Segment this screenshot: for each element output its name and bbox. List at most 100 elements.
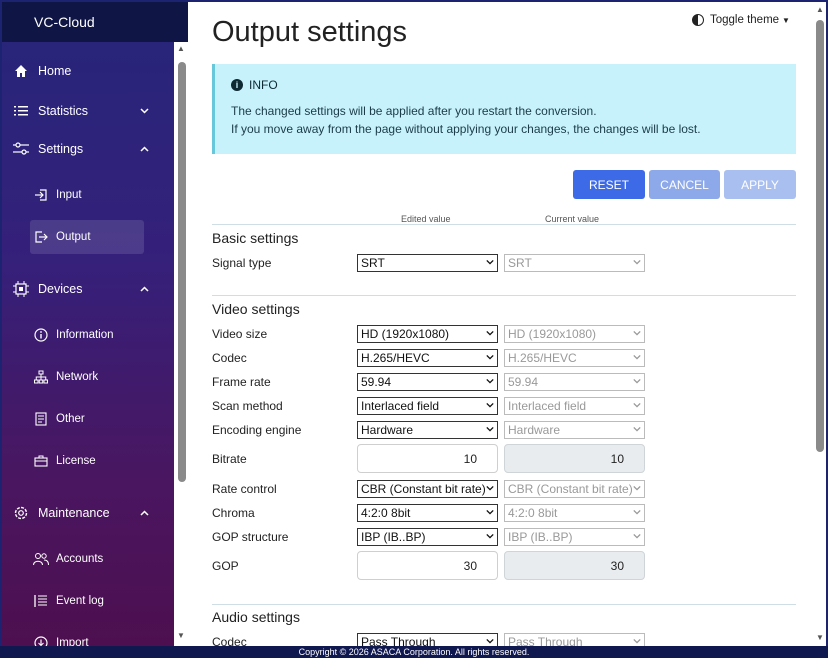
sliders-icon — [12, 140, 30, 158]
sidebar-item-label: Other — [56, 413, 85, 425]
signal-type-label: Signal type — [212, 256, 272, 270]
select-value: 59.94 — [508, 375, 539, 389]
select-value: IBP (IB..BP) — [361, 530, 426, 544]
info-alert: i INFO The changed settings will be appl… — [212, 64, 796, 154]
select-value: CBR (Constant bit rate) — [361, 482, 486, 496]
scan-method-select[interactable]: Interlaced field — [357, 397, 498, 415]
chevron-down-icon — [486, 259, 494, 265]
sidebar-item-label: Input — [56, 189, 82, 201]
sidebar-item-devices[interactable]: Devices — [12, 280, 149, 298]
rate-control-label: Rate control — [212, 482, 277, 496]
sidebar-scrollbar[interactable]: ▲ ▼ — [174, 42, 188, 646]
chevron-down-icon — [633, 533, 641, 539]
codec-current: H.265/HEVC — [504, 349, 645, 367]
sidebar-item-accounts[interactable]: Accounts — [30, 542, 144, 576]
apply-button[interactable]: APPLY — [724, 170, 796, 199]
info-circle-icon — [32, 328, 50, 342]
encoding-engine-select[interactable]: Hardware — [357, 421, 498, 439]
gop-input[interactable]: 30 — [357, 551, 498, 580]
sidebar-item-maintenance[interactable]: Maintenance — [12, 504, 149, 522]
brand: VC-Cloud — [2, 2, 174, 42]
scroll-down-icon[interactable]: ▼ — [816, 633, 824, 642]
column-header-edited: Edited value — [401, 214, 451, 224]
select-value: HD (1920x1080) — [508, 327, 597, 341]
scroll-up-icon[interactable]: ▲ — [177, 44, 185, 53]
select-value: SRT — [508, 256, 532, 270]
frame-rate-label: Frame rate — [212, 375, 271, 389]
rate-control-select[interactable]: CBR (Constant bit rate) — [357, 480, 498, 498]
sidebar-item-license[interactable]: License — [30, 444, 144, 478]
signal-type-select[interactable]: SRT — [357, 254, 498, 272]
rate-control-current: CBR (Constant bit rate) — [504, 480, 645, 498]
log-list-icon — [32, 594, 50, 608]
chevron-down-icon — [486, 330, 494, 336]
network-icon — [32, 370, 50, 384]
select-value: IBP (IB..BP) — [508, 530, 573, 544]
scan-method-label: Scan method — [212, 399, 283, 413]
scrollbar-thumb[interactable] — [178, 62, 186, 482]
main-scrollbar[interactable]: ▲ ▼ — [814, 2, 826, 646]
select-value: HD (1920x1080) — [361, 327, 450, 341]
section-title-basic: Basic settings — [212, 230, 299, 246]
gop-label: GOP — [212, 559, 239, 573]
sidebar-item-output[interactable]: Output — [30, 220, 144, 254]
video-size-select[interactable]: HD (1920x1080) — [357, 325, 498, 343]
sidebar-item-label: Import — [56, 637, 89, 646]
cancel-button[interactable]: CANCEL — [649, 170, 720, 199]
chevron-down-icon — [633, 330, 641, 336]
select-value: Pass Through — [361, 635, 436, 646]
sidebar-item-settings[interactable]: Settings — [12, 140, 149, 158]
sidebar-item-information[interactable]: Information — [30, 318, 144, 352]
audio-codec-label: Codec — [212, 635, 247, 646]
scroll-up-icon[interactable]: ▲ — [816, 5, 824, 14]
select-value: Interlaced field — [508, 399, 587, 413]
frame-rate-select[interactable]: 59.94 — [357, 373, 498, 391]
sidebar-item-network[interactable]: Network — [30, 360, 144, 394]
chevron-down-icon — [486, 509, 494, 515]
audio-codec-select[interactable]: Pass Through — [357, 633, 498, 646]
encoding-engine-current: Hardware — [504, 421, 645, 439]
chevron-down-icon — [633, 378, 641, 384]
chevron-up-icon — [140, 508, 149, 519]
briefcase-icon — [32, 454, 50, 468]
chevron-down-icon — [633, 259, 641, 265]
section-title-video: Video settings — [212, 301, 300, 317]
gop-structure-current: IBP (IB..BP) — [504, 528, 645, 546]
sidebar-item-other[interactable]: Other — [30, 402, 144, 436]
chroma-select[interactable]: 4:2:0 8bit — [357, 504, 498, 522]
sidebar-item-home[interactable]: Home — [12, 62, 71, 80]
sidebar-item-label: Statistics — [38, 104, 89, 118]
select-value: CBR (Constant bit rate) — [508, 482, 633, 496]
select-value: 4:2:0 8bit — [508, 506, 558, 520]
chevron-up-icon — [140, 144, 149, 155]
bitrate-input[interactable]: 10 — [357, 444, 498, 473]
sidebar-item-label: Output — [56, 231, 91, 243]
sidebar-item-label: Settings — [38, 142, 84, 156]
scrollbar-thumb[interactable] — [816, 20, 824, 452]
scan-method-current: Interlaced field — [504, 397, 645, 415]
sidebar-item-input[interactable]: Input — [30, 178, 144, 212]
chevron-down-icon — [633, 638, 641, 644]
sign-in-icon — [32, 188, 50, 202]
sidebar-item-label: Network — [56, 371, 99, 383]
codec-select[interactable]: H.265/HEVC — [357, 349, 498, 367]
theme-toggle[interactable]: Toggle theme ▼ — [692, 14, 790, 26]
reset-button[interactable]: RESET — [573, 170, 645, 199]
sidebar-item-statistics[interactable]: Statistics — [12, 102, 149, 120]
info-line: If you move away from the page without a… — [231, 122, 701, 136]
video-size-label: Video size — [212, 327, 268, 341]
document-list-icon — [32, 412, 50, 426]
sidebar-item-label: Accounts — [56, 553, 104, 565]
sidebar: VC-Cloud Home Statistics Settings Input — [2, 2, 174, 646]
signal-type-current: SRT — [504, 254, 645, 272]
footer-copyright: Copyright © 2026 ASACA Corporation. All … — [0, 646, 828, 658]
chevron-down-icon — [486, 354, 494, 360]
sidebar-item-import[interactable]: Import — [30, 626, 144, 646]
select-value: 4:2:0 8bit — [361, 506, 411, 520]
sidebar-item-label: Maintenance — [38, 506, 110, 520]
divider — [212, 224, 796, 225]
chroma-label: Chroma — [212, 506, 255, 520]
scroll-down-icon[interactable]: ▼ — [177, 631, 185, 640]
sidebar-item-event-log[interactable]: Event log — [30, 584, 144, 618]
gop-structure-select[interactable]: IBP (IB..BP) — [357, 528, 498, 546]
